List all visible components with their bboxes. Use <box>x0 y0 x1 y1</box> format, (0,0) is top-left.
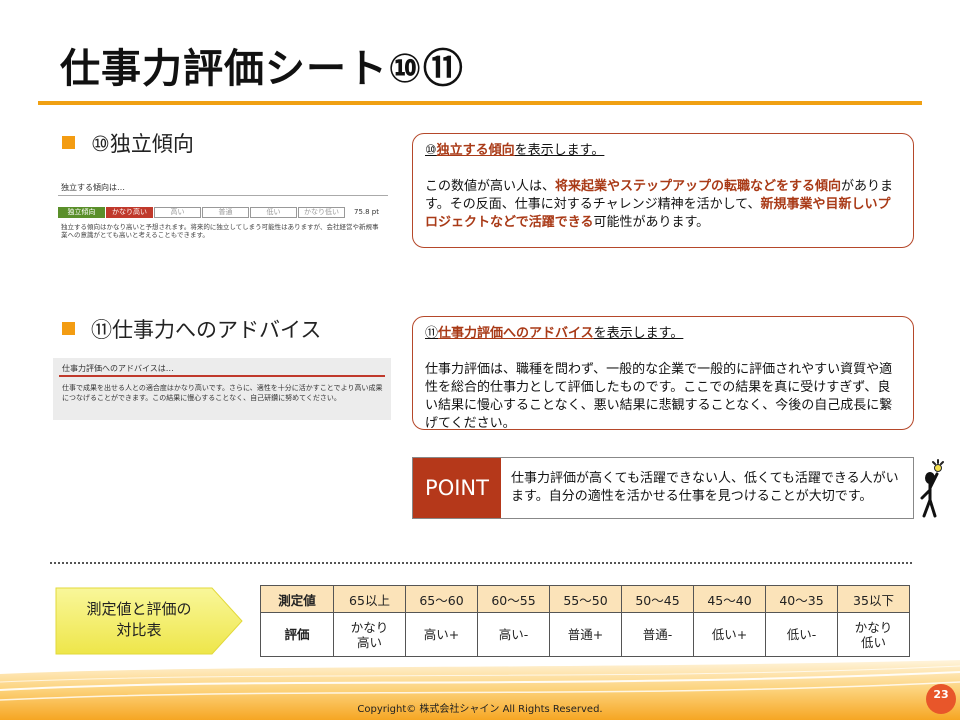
independence-score: 75.8 pt <box>354 208 379 216</box>
independence-callout: ⑩独立する傾向を表示します。 この数値が高い人は、将来起業やステップアップの転職… <box>412 133 914 248</box>
callout-text: この数値が高い人は、 <box>425 179 556 194</box>
table-cell: 35以下 <box>837 585 910 613</box>
table-cell: 45〜40 <box>693 585 766 613</box>
callout-text: 可能性があります。 <box>593 215 710 230</box>
independence-scale-bar: 独立傾向 かなり高い 高い 普通 低い かなり低い <box>58 207 346 218</box>
callout-emphasis: 将来起業やステップアップの転職などをする傾向 <box>555 179 842 194</box>
table-cell: 低い- <box>765 612 838 657</box>
advice-result-preview: 仕事力評価へのアドバイスは… 仕事で成果を出せる人との適合度はかなり高いです。さ… <box>53 358 391 420</box>
table-cell: かなり 低い <box>837 612 910 657</box>
row-header: 評価 <box>260 612 334 657</box>
point-box: POINT 仕事力評価が高くても活躍できない人、低くても活躍できる人がいます。自… <box>412 457 914 519</box>
comparison-table-label: 測定値と評価の 対比表 <box>54 586 244 656</box>
copyright-text: Copyright© 株式会社シャイン All Rights Reserved. <box>357 704 603 715</box>
bullet-square-icon <box>62 136 75 149</box>
scale-cell-selected: かなり高い <box>106 207 153 218</box>
preview-caption: 独立する傾向は… <box>61 183 125 192</box>
callout-keyword: 仕事力評価へのアドバイス <box>438 326 594 341</box>
table-cell: 低い+ <box>693 612 766 657</box>
table-cell: 高い+ <box>405 612 478 657</box>
independence-result-preview: 独立する傾向は… 独立傾向 かなり高い 高い 普通 低い かなり低い 75.8 … <box>58 182 388 262</box>
advice-callout: ⑪仕事力評価へのアドバイスを表示します。 仕事力評価は、職種を問わず、一般的な企… <box>412 316 914 431</box>
page-title: 仕事力評価シート⑩⑪ <box>60 46 464 92</box>
callout-body: この数値が高い人は、将来起業やステップアップの転職などをする傾向があります。その… <box>425 178 901 232</box>
callout-header: ⑩独立する傾向を表示します。 <box>425 142 901 160</box>
table-row-measurement: 測定値 65以上 65〜60 60〜55 55〜50 50〜45 45〜40 4… <box>260 585 910 613</box>
scale-cell: 普通 <box>202 207 249 218</box>
scale-label: 独立傾向 <box>58 207 105 218</box>
preview-description: 独立する傾向はかなり高いと予想されます。将来的に独立してしまう可能性はありますが… <box>61 223 379 239</box>
section-11-heading: ⑪仕事力へのアドバイス <box>62 314 321 344</box>
table-cell: 普通+ <box>549 612 622 657</box>
callout-number: ⑩ <box>425 143 437 158</box>
preview-caption-rule <box>59 375 385 377</box>
table-cell: 50〜45 <box>621 585 694 613</box>
label-line: 測定値と評価の <box>86 600 192 618</box>
scale-cell: 高い <box>154 207 201 218</box>
callout-header-suffix: を表示します。 <box>593 326 684 341</box>
callout-header-suffix: を表示します。 <box>514 143 605 158</box>
point-text: 仕事力評価が高くても活躍できない人、低くても活躍できる人がいます。自分の適性を活… <box>511 471 899 504</box>
point-label: POINT <box>413 458 501 518</box>
table-cell: 65以上 <box>333 585 406 613</box>
section-11-heading-text: ⑪仕事力へのアドバイス <box>91 318 322 342</box>
table-cell: 普通- <box>621 612 694 657</box>
bullet-square-icon <box>62 322 75 335</box>
preview-description: 仕事で成果を出せる人との適合度はかなり高いです。さらに、適性を十分に活かすことで… <box>62 384 383 402</box>
page-number-badge: 23 <box>926 684 956 714</box>
score-rating-table: 測定値 65以上 65〜60 60〜55 55〜50 50〜45 45〜40 4… <box>260 585 910 657</box>
table-cell: 高い- <box>477 612 550 657</box>
label-line: 対比表 <box>116 621 162 639</box>
preview-caption: 仕事力評価へのアドバイスは… <box>62 364 174 373</box>
section-10-heading-text: ⑩独立傾向 <box>91 132 194 156</box>
callout-body: 仕事力評価は、職種を問わず、一般的な企業で一般的に評価されやすい資質や適性を総合… <box>425 362 893 431</box>
scale-cell: 低い <box>250 207 297 218</box>
row-header: 測定値 <box>260 585 334 613</box>
table-cell: かなり 高い <box>333 612 406 657</box>
table-cell: 40〜35 <box>765 585 838 613</box>
title-underline <box>38 101 922 105</box>
table-cell: 65〜60 <box>405 585 478 613</box>
preview-caption-rule <box>58 195 388 196</box>
table-row-rating: 評価 かなり 高い 高い+ 高い- 普通+ 普通- 低い+ 低い- かなり 低い <box>260 612 910 657</box>
table-cell: 60〜55 <box>477 585 550 613</box>
table-cell: 55〜50 <box>549 585 622 613</box>
callout-keyword: 独立する傾向 <box>436 143 515 158</box>
idea-person-icon <box>914 458 944 520</box>
section-10-heading: ⑩独立傾向 <box>62 128 194 158</box>
callout-header: ⑪仕事力評価へのアドバイスを表示します。 <box>425 325 901 343</box>
comparison-label-text: 測定値と評価の 対比表 <box>54 599 224 641</box>
callout-number: ⑪ <box>425 326 439 341</box>
section-divider <box>50 562 912 564</box>
scale-cell: かなり低い <box>298 207 345 218</box>
